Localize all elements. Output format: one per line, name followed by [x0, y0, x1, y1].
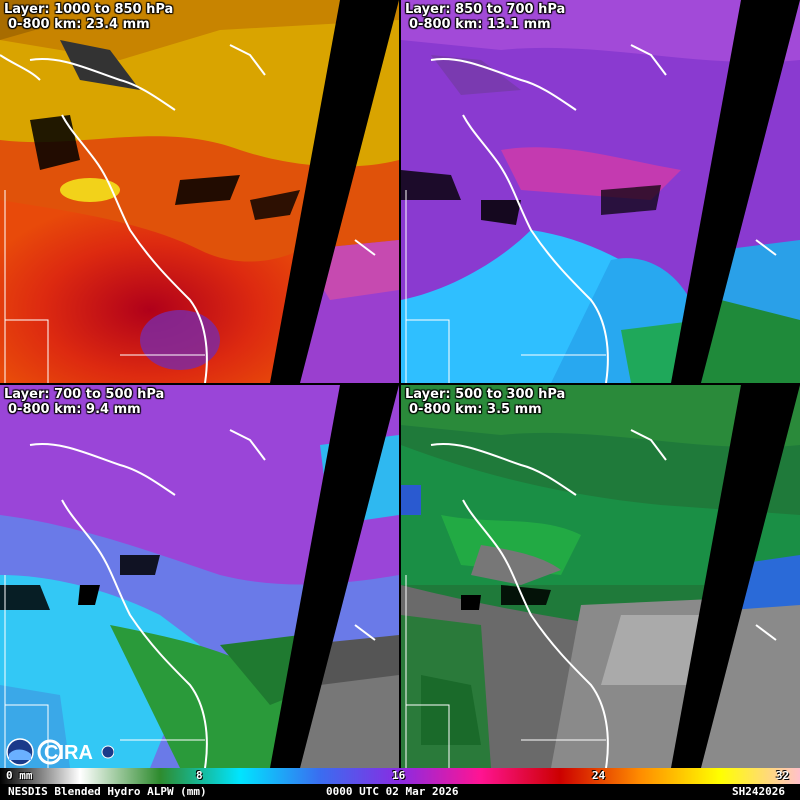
panel-divider-horizontal [0, 383, 800, 385]
panel-label: Layer: 1000 to 850 hPa 0-800 km: 23.4 mm [4, 2, 173, 32]
moisture-field-850-700 [401, 0, 800, 383]
colorbar-tick-8: 8 [196, 769, 203, 782]
product-name: NESDIS Blended Hydro ALPW (mm) [8, 785, 207, 798]
moisture-field-1000-850 [0, 0, 399, 383]
layer-title: Layer: 850 to 700 hPa [405, 2, 566, 17]
panel-500-300: Layer: 500 to 300 hPa 0-800 km: 3.5 mm [401, 385, 800, 768]
moisture-field-500-300 [401, 385, 800, 768]
colorbar: 0 mm 8 16 24 32 [0, 768, 800, 784]
footer-bar: NESDIS Blended Hydro ALPW (mm) 0000 UTC … [0, 784, 800, 800]
layer-title: Layer: 500 to 300 hPa [405, 387, 566, 402]
layer-range: 0-800 km: 23.4 mm [8, 17, 150, 32]
panel-850-700: Layer: 850 to 700 hPa 0-800 km: 13.1 mm [401, 0, 800, 383]
panel-label: Layer: 700 to 500 hPa 0-800 km: 9.4 mm [4, 387, 164, 417]
colorbar-tick-16: 16 [392, 769, 406, 782]
moisture-field-700-500 [0, 385, 399, 768]
valid-time: 0000 UTC 02 Mar 2026 [326, 785, 459, 798]
colorbar-tick-0: 0 mm [6, 769, 33, 782]
logo-group: CIRA [4, 736, 115, 768]
layer-range: 0-800 km: 9.4 mm [8, 402, 141, 417]
colorbar-tick-24: 24 [592, 769, 606, 782]
panel-700-500: Layer: 700 to 500 hPa 0-800 km: 9.4 mm [0, 385, 399, 768]
noaa-small-logo-icon [101, 745, 115, 759]
panel-label: Layer: 500 to 300 hPa 0-800 km: 3.5 mm [405, 387, 565, 417]
storm-id: SH242026 [732, 785, 785, 798]
cira-logo-text: CIRA [44, 742, 93, 764]
layer-range: 0-800 km: 3.5 mm [409, 402, 542, 417]
panel-label: Layer: 850 to 700 hPa 0-800 km: 13.1 mm [405, 2, 565, 32]
noaa-cira-logo: CIRA [6, 738, 115, 766]
panel-1000-850: Layer: 1000 to 850 hPa 0-800 km: 23.4 mm [0, 0, 399, 383]
layer-title: Layer: 1000 to 850 hPa [4, 2, 174, 17]
layer-range: 0-800 km: 13.1 mm [409, 17, 551, 32]
colorbar-tick-32: 32 [776, 769, 790, 782]
map-grid: Layer: 1000 to 850 hPa 0-800 km: 23.4 mm [0, 0, 800, 768]
layer-title: Layer: 700 to 500 hPa [4, 387, 165, 402]
